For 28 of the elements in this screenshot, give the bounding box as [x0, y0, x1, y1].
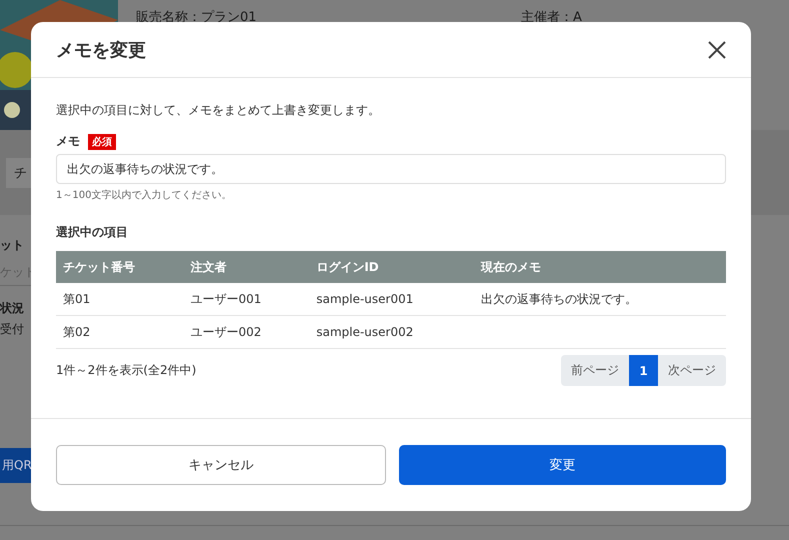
memo-field[interactable]: 出欠の返事待ちの状況です。 [56, 154, 726, 184]
table-cell: sample-user002 [309, 316, 474, 348]
table-cell: 第01 [56, 283, 184, 316]
column-header: チケット番号 [56, 251, 184, 283]
dialog-title: メモを変更 [56, 38, 146, 62]
required-badge: 必須 [88, 134, 116, 150]
table-cell: ユーザー002 [183, 316, 310, 348]
column-header: 注文者 [183, 251, 310, 283]
section-title: 選択中の項目 [56, 224, 129, 241]
column-header: 現在のメモ [474, 251, 726, 283]
close-icon[interactable] [707, 40, 727, 60]
column-header: ログインID [309, 251, 474, 283]
cancel-button[interactable]: キャンセル [56, 445, 386, 485]
page-button[interactable]: 1 [629, 355, 658, 386]
submit-button[interactable]: 変更 [398, 445, 726, 485]
status-value: 受付 [0, 321, 25, 338]
table-cell: sample-user001 [309, 283, 474, 316]
table-cell: 出欠の返事待ちの状況です。 [474, 283, 726, 316]
table-cell: ユーザー001 [183, 283, 310, 316]
table-cell: 第02 [56, 316, 184, 348]
prev-page-button[interactable]: 前ページ [561, 355, 629, 386]
memo-label: メモ [56, 133, 80, 150]
next-page-button[interactable]: 次ページ [658, 355, 726, 386]
range-text: 1件～2件を表示(全2件中) [56, 362, 196, 379]
field-label: ット [0, 237, 25, 254]
organizer: 主催者：A [521, 9, 582, 27]
hint-text: 1～100文字以内で入力してください。 [56, 188, 232, 202]
description: 選択中の項目に対して、メモをまとめて上書き変更します。 [56, 102, 381, 119]
